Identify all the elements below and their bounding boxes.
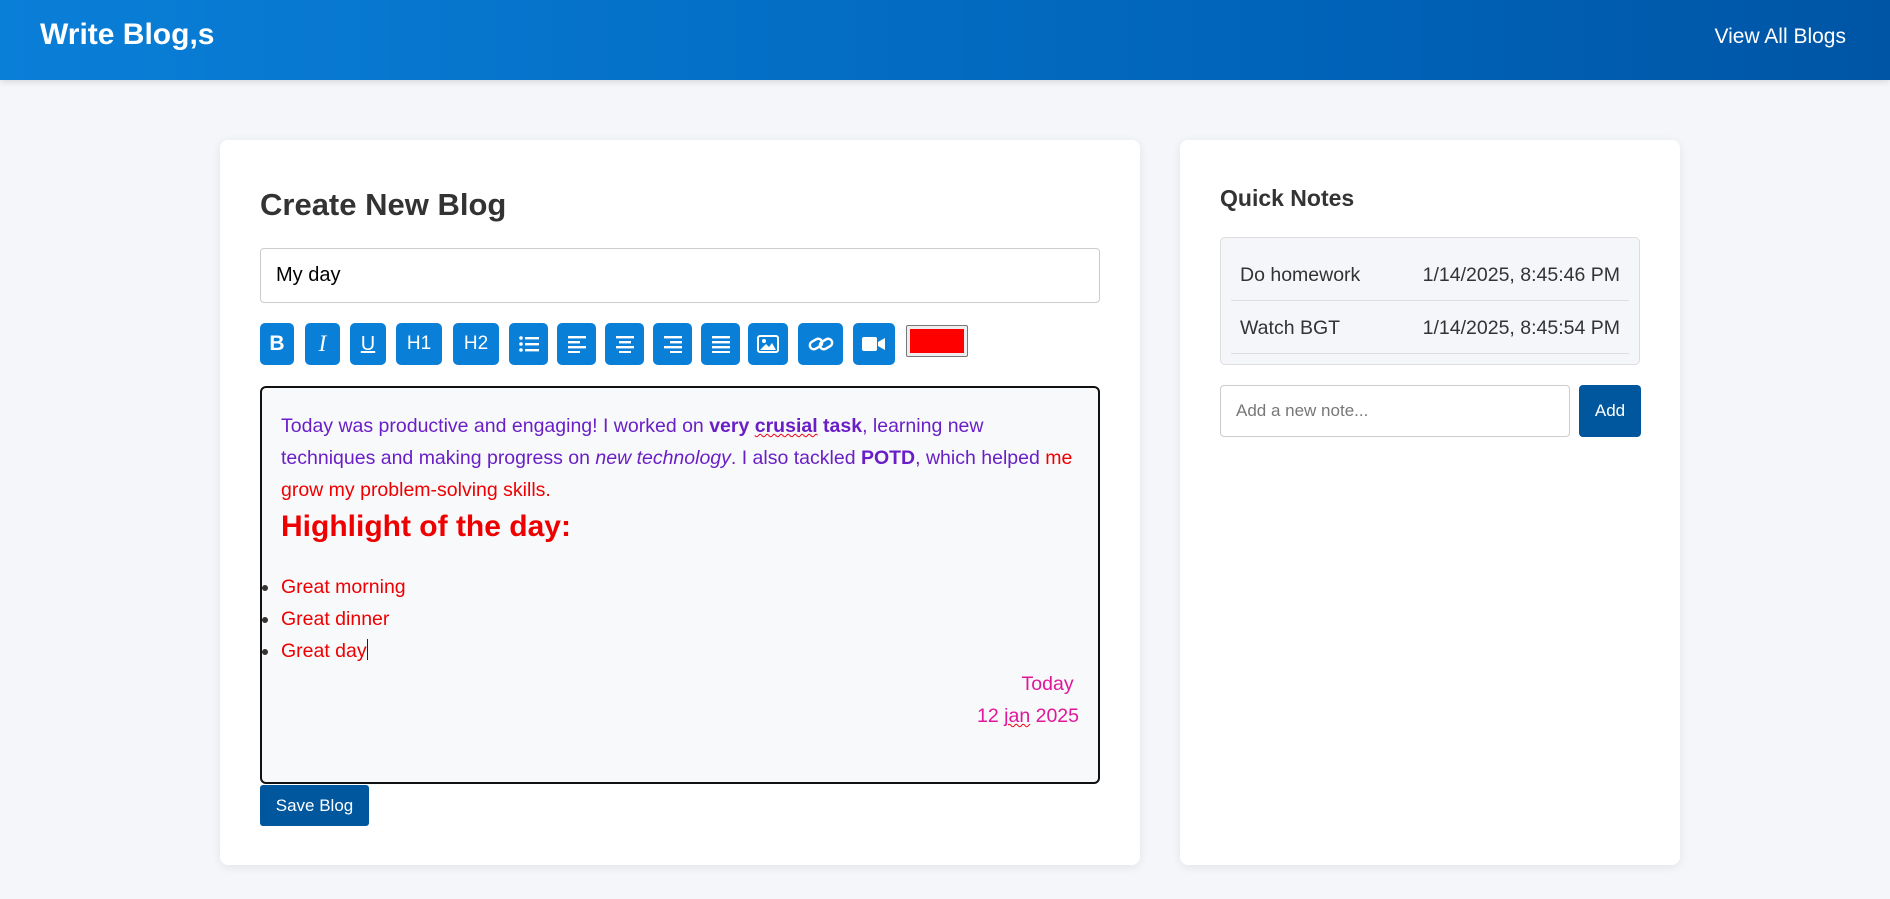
para-bold-text: task	[817, 415, 863, 437]
para-text: , which helped	[915, 447, 1046, 469]
link-icon	[808, 337, 833, 351]
para-bold-misspelled: crusial	[754, 415, 818, 437]
bold-icon: B	[269, 332, 285, 355]
note-item[interactable]: Watch BGT 1/14/2025, 8:45:54 PM	[1231, 301, 1629, 354]
quick-notes-card: Quick Notes Do homework 1/14/2025, 8:45:…	[1180, 140, 1680, 865]
align-left-button[interactable]	[557, 323, 596, 365]
create-blog-card: Create New Blog B I U H1 H2	[220, 140, 1140, 865]
note-item[interactable]: Do homework 1/14/2025, 8:45:46 PM	[1231, 248, 1629, 301]
content-paragraph: Today was productive and engaging! I wor…	[281, 410, 1081, 506]
top-navbar: Write Blog,s View All Blogs	[0, 0, 1890, 80]
list-item: Great dinner	[262, 603, 406, 635]
quick-notes-heading: Quick Notes	[1220, 185, 1355, 211]
align-justify-icon	[711, 336, 730, 353]
h1-label: H1	[406, 333, 432, 354]
create-blog-heading: Create New Blog	[260, 187, 507, 222]
align-right-icon	[663, 336, 682, 353]
text-cursor	[366, 639, 368, 660]
view-all-blogs-link[interactable]: View All Blogs	[1714, 25, 1846, 49]
para-bold-text: very	[709, 415, 755, 437]
italic-button[interactable]: I	[305, 323, 340, 365]
date-text: 2025	[1030, 705, 1079, 727]
new-note-input[interactable]	[1220, 385, 1570, 437]
note-text: Do homework	[1240, 264, 1361, 286]
para-italic-text: new technology	[595, 447, 731, 469]
brand-title: Write Blog,s	[40, 18, 215, 51]
blog-title-input[interactable]	[260, 248, 1100, 303]
date-misspelled: jan	[1004, 705, 1031, 727]
date-text: Today	[1021, 673, 1074, 695]
date-line-date: 12 jan 2025	[977, 700, 1079, 732]
note-date: 1/14/2025, 8:45:54 PM	[1422, 317, 1620, 339]
align-right-button[interactable]	[653, 323, 692, 365]
underline-button[interactable]: U	[350, 323, 386, 365]
date-line-today: Today	[977, 668, 1079, 700]
text-color-swatch	[910, 329, 964, 353]
bullet-list-button[interactable]	[509, 323, 548, 365]
align-justify-button[interactable]	[701, 323, 740, 365]
list-icon	[518, 336, 539, 352]
text-color-picker[interactable]	[906, 325, 968, 357]
align-center-icon	[615, 336, 634, 353]
align-left-icon	[567, 336, 586, 353]
date-text: 12	[977, 705, 1005, 727]
align-center-button[interactable]	[605, 323, 644, 365]
insert-image-button[interactable]	[748, 323, 788, 365]
list-item: Great morning	[262, 571, 406, 603]
para-bold-text: POTD	[860, 447, 916, 469]
h2-button[interactable]: H2	[453, 323, 499, 365]
para-text: . I also tackled	[730, 447, 861, 469]
note-text: Watch BGT	[1240, 317, 1341, 339]
add-note-button[interactable]: Add	[1579, 385, 1641, 437]
date-block: Today 12 jan 2025	[977, 668, 1079, 732]
highlight-heading: Highlight of the day:	[281, 510, 571, 543]
insert-video-button[interactable]	[853, 323, 895, 365]
notes-list: Do homework 1/14/2025, 8:45:46 PM Watch …	[1220, 237, 1640, 365]
italic-icon: I	[318, 331, 327, 356]
video-icon	[862, 337, 885, 351]
note-date: 1/14/2025, 8:45:46 PM	[1422, 264, 1620, 286]
insert-link-button[interactable]	[798, 323, 843, 365]
image-icon	[757, 335, 779, 353]
para-text: Today was productive and engaging! I wor…	[281, 415, 710, 437]
list-item-text: Great day	[281, 640, 367, 662]
underline-icon: U	[360, 332, 376, 355]
bold-button[interactable]: B	[260, 323, 294, 365]
highlight-list: Great morning Great dinner Great day	[262, 571, 406, 667]
list-item: Great day	[262, 635, 406, 667]
h1-button[interactable]: H1	[396, 323, 442, 365]
save-blog-button[interactable]: Save Blog	[260, 785, 369, 826]
h2-label: H2	[463, 333, 489, 354]
blog-content-editor[interactable]: Today was productive and engaging! I wor…	[260, 386, 1100, 784]
